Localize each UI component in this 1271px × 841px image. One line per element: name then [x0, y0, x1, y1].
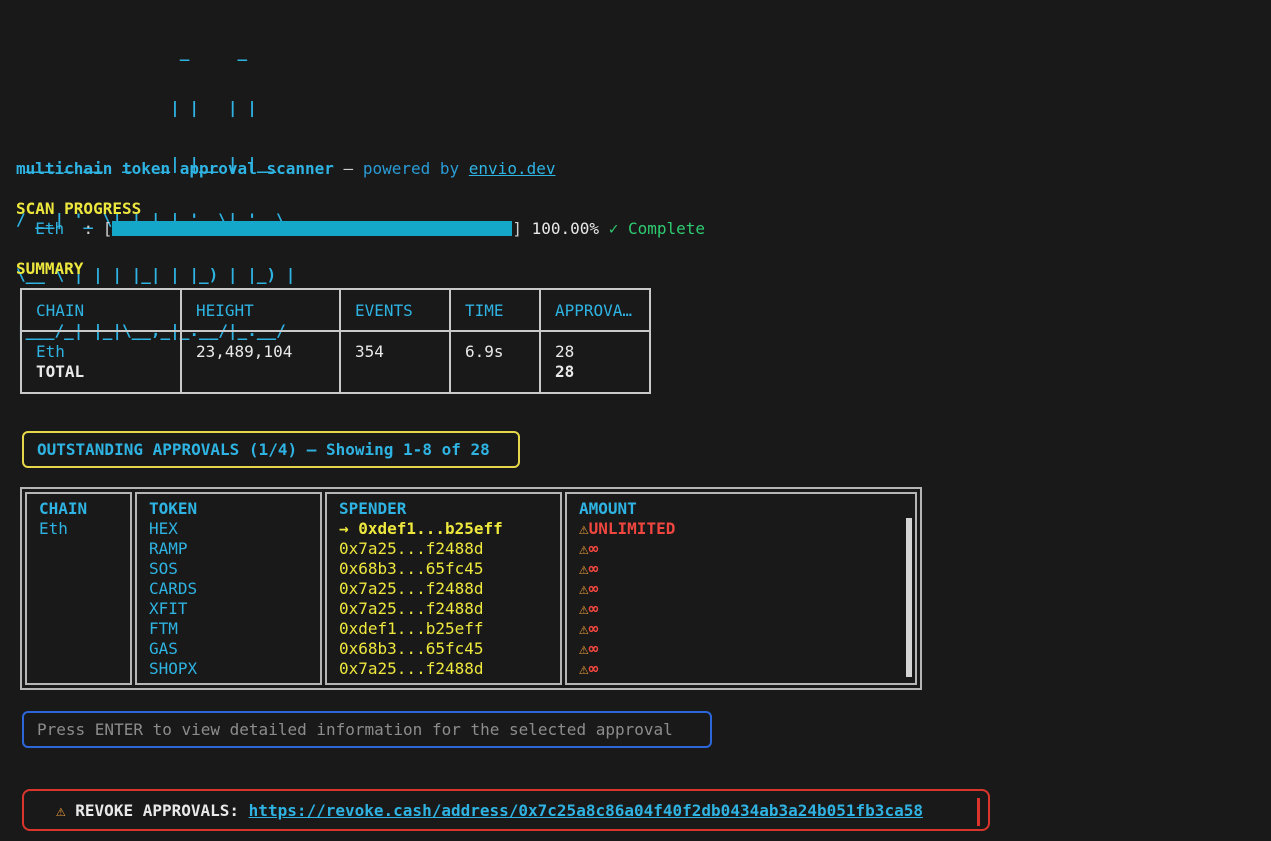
spender-cell[interactable]: 0x7a25...f2488d	[339, 539, 560, 559]
scan-progress-row: Eth : [] 100.00% ✓ Complete	[16, 219, 705, 239]
warning-icon: ⚠	[579, 619, 589, 638]
page-title: multichain token approval scanner	[16, 159, 334, 178]
revoke-label: REVOKE APPROVALS:	[75, 801, 248, 820]
amount-cell[interactable]: ⚠∞	[579, 639, 915, 659]
summary-col-chain: CHAIN	[22, 290, 182, 330]
token-cell[interactable]: FTM	[149, 619, 320, 639]
hint-text: Press ENTER to view detailed information…	[37, 720, 673, 739]
summary-height-value: 23,489,104	[196, 342, 339, 362]
summary-table: CHAIN HEIGHT EVENTS TIME APPROVA… Eth TO…	[20, 288, 651, 394]
progress-bracket-open: [	[103, 219, 113, 238]
spender-cell[interactable]: 0x7a25...f2488d	[339, 599, 560, 619]
summary-col-time: TIME	[451, 290, 541, 330]
approvals-table: CHAIN Eth TOKEN HEX RAMP SOS CARDS XFIT …	[20, 487, 922, 690]
check-icon: ✓	[609, 219, 619, 238]
warning-icon: ⚠	[579, 539, 589, 558]
logo-line: | | | |	[16, 99, 295, 118]
approvals-spender-column: SPENDER → 0xdef1...b25eff 0x7a25...f2488…	[325, 492, 562, 685]
revoke-approvals-box: ⚠ REVOKE APPROVALS: https://revoke.cash/…	[22, 789, 990, 831]
summary-time-value: 6.9s	[465, 342, 539, 362]
title-dash: —	[344, 159, 354, 178]
revoke-link[interactable]: https://revoke.cash/address/0x7c25a8c86a…	[249, 801, 923, 820]
token-cell[interactable]: GAS	[149, 639, 320, 659]
warning-icon: ⚠	[579, 579, 589, 598]
approvals-col-amount: AMOUNT	[579, 499, 915, 519]
amount-cell-selected[interactable]: ⚠UNLIMITED	[579, 519, 915, 539]
amount-cell[interactable]: ⚠∞	[579, 659, 915, 679]
amount-cell[interactable]: ⚠∞	[579, 539, 915, 559]
approvals-col-chain: CHAIN	[39, 499, 130, 519]
spender-cell-selected[interactable]: → 0xdef1...b25eff	[339, 519, 560, 539]
progress-bracket-close: ]	[512, 219, 522, 238]
summary-header-row: CHAIN HEIGHT EVENTS TIME APPROVA…	[22, 290, 649, 332]
spender-cell[interactable]: 0x68b3...65fc45	[339, 559, 560, 579]
approvals-token-column: TOKEN HEX RAMP SOS CARDS XFIT FTM GAS SH…	[135, 492, 322, 685]
token-cell[interactable]: HEX	[149, 519, 320, 539]
progress-colon: :	[64, 219, 103, 238]
spender-cell[interactable]: 0x68b3...65fc45	[339, 639, 560, 659]
title-separator	[334, 159, 344, 178]
token-cell[interactable]: SOS	[149, 559, 320, 579]
summary-col-approvals: APPROVA…	[541, 290, 649, 330]
token-cell[interactable]: RAMP	[149, 539, 320, 559]
amount-cell[interactable]: ⚠∞	[579, 619, 915, 639]
progress-bar	[112, 221, 512, 236]
spender-cell[interactable]: 0x7a25...f2488d	[339, 659, 560, 679]
summary-total-label: TOTAL	[36, 362, 180, 382]
approvals-chain-column: CHAIN Eth	[25, 492, 132, 685]
amount-cell[interactable]: ⚠∞	[579, 599, 915, 619]
token-cell[interactable]: SHOPX	[149, 659, 320, 679]
approvals-col-token: TOKEN	[149, 499, 320, 519]
token-cell[interactable]: XFIT	[149, 599, 320, 619]
hint-box: Press ENTER to view detailed information…	[22, 711, 712, 748]
summary-data-row: Eth TOTAL 23,489,104 354 6.9s 28 28	[22, 332, 649, 392]
amount-cell[interactable]: ⚠∞	[579, 579, 915, 599]
logo-line: _ _	[16, 43, 295, 62]
table-scrollbar[interactable]	[906, 518, 912, 677]
approvals-chain-value: Eth	[39, 519, 130, 539]
warning-icon: ⚠	[579, 559, 589, 578]
warning-icon: ⚠	[579, 519, 589, 538]
outstanding-approvals-heading: OUTSTANDING APPROVALS (1/4) — Showing 1-…	[37, 440, 490, 459]
app-subtitle: multichain token approval scanner — powe…	[16, 159, 555, 179]
token-cell[interactable]: CARDS	[149, 579, 320, 599]
summary-chain-value: Eth	[36, 342, 180, 362]
selected-row-arrow-icon: →	[339, 519, 358, 538]
warning-icon: ⚠	[579, 659, 589, 678]
approvals-amount-column: AMOUNT ⚠UNLIMITED ⚠∞ ⚠∞ ⚠∞ ⚠∞ ⚠∞ ⚠∞ ⚠∞	[565, 492, 917, 685]
revoke-scroll-indicator	[977, 798, 980, 826]
summary-col-events: EVENTS	[341, 290, 451, 330]
approvals-col-spender: SPENDER	[339, 499, 560, 519]
spender-cell[interactable]: 0x7a25...f2488d	[339, 579, 560, 599]
envio-link[interactable]: envio.dev	[469, 159, 556, 178]
powered-by-label: powered by	[363, 159, 459, 178]
summary-heading: SUMMARY	[16, 259, 83, 279]
outstanding-approvals-box: OUTSTANDING APPROVALS (1/4) — Showing 1-…	[22, 431, 520, 468]
summary-approvals-total: 28	[555, 362, 649, 382]
progress-chain-label: Eth	[35, 219, 64, 238]
warning-icon: ⚠	[56, 801, 66, 820]
summary-approvals-value: 28	[555, 342, 649, 362]
amount-cell[interactable]: ⚠∞	[579, 559, 915, 579]
spender-cell[interactable]: 0xdef1...b25eff	[339, 619, 560, 639]
summary-events-value: 354	[355, 342, 449, 362]
scan-progress-heading: SCAN PROGRESS	[16, 199, 141, 219]
summary-col-height: HEIGHT	[182, 290, 341, 330]
progress-percent: 100.00%	[532, 219, 599, 238]
warning-icon: ⚠	[579, 639, 589, 658]
progress-status: Complete	[628, 219, 705, 238]
warning-icon: ⚠	[579, 599, 589, 618]
